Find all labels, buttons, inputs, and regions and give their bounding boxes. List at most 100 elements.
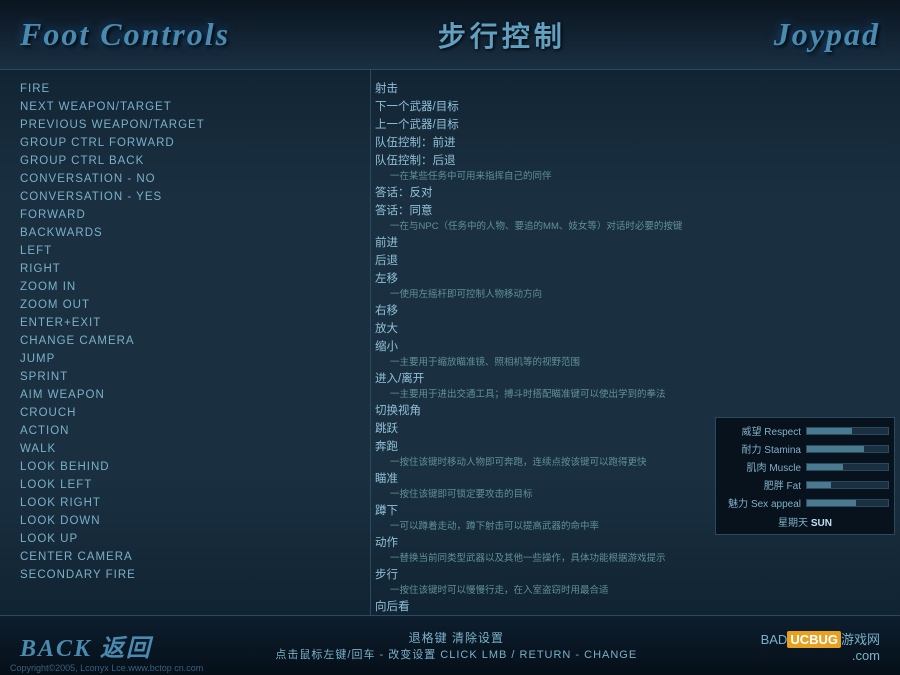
control-en-18: CROUCH [20, 404, 360, 422]
control-en-0: FIRE [20, 80, 360, 98]
control-en-2: PREVIOUS WEAPON/TARGET [20, 116, 360, 134]
control-en-12: ZOOM OUT [20, 296, 360, 314]
control-zh-wrapper-11: 放大 [375, 320, 895, 338]
control-en-23: LOOK RIGHT [20, 494, 360, 512]
control-zh-wrapper-12: 缩小一主要用于缩放瞄准镜、照相机等的视野范围 [375, 338, 895, 370]
control-en-1: NEXT WEAPON/TARGET [20, 98, 360, 116]
control-en-14: CHANGE CAMERA [20, 332, 360, 350]
stat-day: 星期天 SUN [721, 514, 889, 529]
stat-bar-fill-2 [807, 464, 843, 470]
control-en-27: SECONDARY FIRE [20, 566, 360, 584]
control-zh-10: 右移 [375, 302, 895, 320]
control-en-26: CENTER CAMERA [20, 548, 360, 566]
control-zh-0: 射击 [375, 80, 895, 98]
control-zh-wrapper-19: 动作一替换当前同类型武器以及其他一些操作，具体功能根据游戏提示 [375, 534, 895, 566]
control-zh-wrapper-1: 下一个武器/目标 [375, 98, 895, 116]
footer-instructions: 退格键 清除设置 点击鼠标左键/回车 - 改变设置 CLICK LMB / RE… [152, 629, 761, 662]
stat-bar-bg-3 [806, 481, 889, 489]
control-zh-5: 答话：反对 [375, 184, 895, 202]
stat-bar-bg-0 [806, 427, 889, 435]
header: Foot Controls 步行控制 Joypad [0, 0, 900, 70]
control-en-5: CONVERSATION - NO [20, 170, 360, 188]
stat-label-2: 肌肉 Muscle [721, 459, 806, 474]
copyright: Copyright©2005, Lconyx Lce.www.bctop cn.… [10, 663, 203, 673]
control-zh-wrapper-21: 向后看 [375, 598, 895, 615]
control-en-11: ZOOM IN [20, 278, 360, 296]
stat-bar-bg-2 [806, 463, 889, 471]
left-column: FIRENEXT WEAPON/TARGETPREVIOUS WEAPON/TA… [0, 70, 370, 615]
control-zh-12: 缩小 [375, 338, 895, 356]
control-zh-19: 动作 [375, 534, 895, 552]
stats-box: 威望 Respect 耐力 Stamina 肌肉 Muscle 肥胖 Fat 魅力 Se… [715, 417, 895, 535]
control-en-13: ENTER+EXIT [20, 314, 360, 332]
control-note-12: 一主要用于缩放瞄准镜、照相机等的视野范围 [375, 356, 895, 370]
control-en-10: RIGHT [20, 260, 360, 278]
control-zh-wrapper-9: 左移一使用左摇杆即可控制人物移动方向 [375, 270, 895, 302]
footer-line2: 点击鼠标左键/回车 - 改变设置 CLICK LMB / RETURN - CH… [172, 646, 741, 662]
control-zh-wrapper-7: 前进 [375, 234, 895, 252]
control-en-22: LOOK LEFT [20, 476, 360, 494]
control-en-19: ACTION [20, 422, 360, 440]
control-zh-wrapper-4: 队伍控制：后退一在某些任务中可用来指挥自己的同伴 [375, 152, 895, 184]
control-zh-8: 后退 [375, 252, 895, 270]
control-zh-wrapper-0: 射击 [375, 80, 895, 98]
control-zh-9: 左移 [375, 270, 895, 288]
control-note-20: 一按住该键时可以慢慢行走，在入室盗窃时用最合适 [375, 584, 895, 598]
footer-right-suffix: 游戏网 [841, 632, 880, 647]
control-en-25: LOOK UP [20, 530, 360, 548]
stat-bar-bg-1 [806, 445, 889, 453]
control-en-16: SPRINT [20, 368, 360, 386]
main-content: FIRENEXT WEAPON/TARGETPREVIOUS WEAPON/TA… [0, 70, 900, 615]
control-zh-20: 步行 [375, 566, 895, 584]
stat-bar-bg-4 [806, 499, 889, 507]
control-zh-2: 上一个武器/目标 [375, 116, 895, 134]
control-zh-21: 向后看 [375, 598, 895, 615]
stat-day-value: SUN [811, 518, 832, 529]
stat-bar-fill-3 [807, 482, 831, 488]
footer-line1: 退格键 清除设置 [172, 629, 741, 646]
control-en-7: FORWARD [20, 206, 360, 224]
header-left-title: Foot Controls [20, 16, 230, 53]
control-en-20: WALK [20, 440, 360, 458]
stat-row-4: 魅力 Sex appeal [721, 495, 889, 510]
control-zh-6: 答话：同意 [375, 202, 895, 220]
control-zh-11: 放大 [375, 320, 895, 338]
control-en-6: CONVERSATION - YES [20, 188, 360, 206]
stat-row-1: 耐力 Stamina [721, 441, 889, 456]
control-en-8: BACKWARDS [20, 224, 360, 242]
control-zh-wrapper-3: 队伍控制：前进 [375, 134, 895, 152]
control-note-9: 一使用左摇杆即可控制人物移动方向 [375, 288, 895, 302]
stat-label-0: 威望 Respect [721, 423, 806, 438]
control-note-4: 一在某些任务中可用来指挥自己的同伴 [375, 170, 895, 184]
back-button[interactable]: BACK 返回 [20, 628, 152, 663]
control-zh-1: 下一个武器/目标 [375, 98, 895, 116]
control-en-17: AIM WEAPON [20, 386, 360, 404]
control-note-13: 一主要用于进出交通工具；搏斗时搭配瞄准键可以使出学到的拳法 [375, 388, 895, 402]
stat-label-1: 耐力 Stamina [721, 441, 806, 456]
control-zh-3: 队伍控制：前进 [375, 134, 895, 152]
header-center-title: 步行控制 [438, 15, 566, 55]
control-en-24: LOOK DOWN [20, 512, 360, 530]
footer-right-text: BAD [761, 632, 788, 647]
control-zh-wrapper-2: 上一个武器/目标 [375, 116, 895, 134]
stat-row-3: 肥胖 Fat [721, 477, 889, 492]
header-right-title: Joypad [774, 16, 880, 53]
ucbug-logo: UCBUG [787, 631, 841, 648]
control-zh-wrapper-5: 答话：反对 [375, 184, 895, 202]
control-zh-wrapper-8: 后退 [375, 252, 895, 270]
control-en-15: JUMP [20, 350, 360, 368]
footer-right: BADUCBUG游戏网 .com [761, 629, 880, 663]
stat-bar-fill-1 [807, 446, 864, 452]
control-zh-wrapper-13: 进入/离开一主要用于进出交通工具；搏斗时搭配瞄准键可以使出学到的拳法 [375, 370, 895, 402]
control-zh-13: 进入/离开 [375, 370, 895, 388]
control-note-6: 一在与NPC（任务中的人物、要追的MM、妓女等）对话时必要的按键 [375, 220, 895, 234]
control-en-21: LOOK BEHIND [20, 458, 360, 476]
stat-bar-fill-0 [807, 428, 852, 434]
stat-row-0: 威望 Respect [721, 423, 889, 438]
stat-label-4: 魅力 Sex appeal [721, 495, 806, 510]
stat-bar-fill-4 [807, 500, 856, 506]
footer-right-line2: .com [852, 648, 880, 663]
control-zh-wrapper-10: 右移 [375, 302, 895, 320]
control-en-4: GROUP CTRL BACK [20, 152, 360, 170]
control-zh-4: 队伍控制：后退 [375, 152, 895, 170]
